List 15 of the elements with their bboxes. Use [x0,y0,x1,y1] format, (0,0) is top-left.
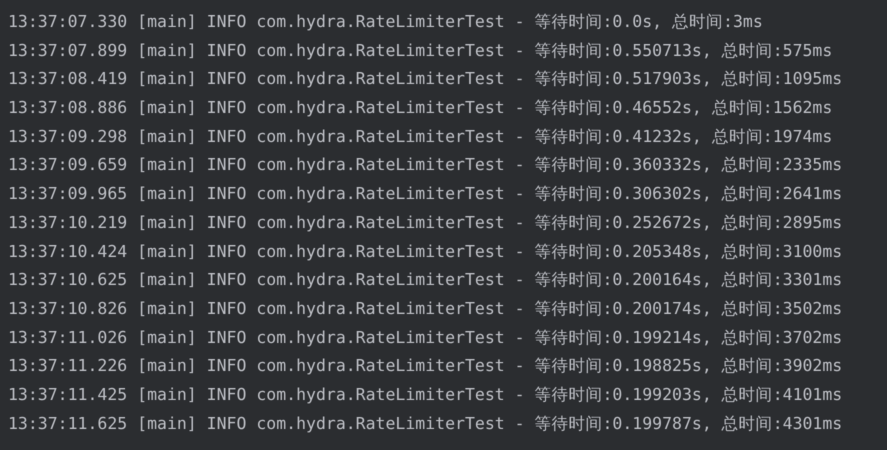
log-line: 13:37:08.886 [main] INFO com.hydra.RateLimiterTest - 等待时间:0.46552s, 总时间:1562ms [8,97,832,120]
log-line: 13:37:10.424 [main] INFO com.hydra.RateLimiterTest - 等待时间:0.205348s, 总时间:3100ms [8,240,842,262]
log-line: 13:37:10.826 [main] INFO com.hydra.RateLimiterTest - 等待时间:0.200174s, 总时间:3502ms [8,298,842,320]
log-line: 13:37:09.965 [main] INFO com.hydra.RateLimiterTest - 等待时间:0.306302s, 总时间:2641ms [8,183,842,206]
log-line: 13:37:10.219 [main] INFO com.hydra.RateLimiterTest - 等待时间:0.252672s, 总时间:2895ms [8,212,842,234]
log-line: 13:37:09.298 [main] INFO com.hydra.RateLimiterTest - 等待时间:0.41232s, 总时间:1974ms [8,126,832,148]
log-line: 13:37:07.899 [main] INFO com.hydra.RateLimiterTest - 等待时间:0.550713s, 总时间:575ms [8,40,832,62]
log-line: 13:37:11.425 [main] INFO com.hydra.RateLimiterTest - 等待时间:0.199203s, 总时间:4101ms [8,384,842,406]
log-line: 13:37:08.419 [main] INFO com.hydra.RateLimiterTest - 等待时间:0.517903s, 总时间:1095ms [8,68,842,90]
log-line: 13:37:11.226 [main] INFO com.hydra.RateLimiterTest - 等待时间:0.198825s, 总时间:3902ms [8,355,842,378]
log-line: 13:37:07.330 [main] INFO com.hydra.RateLimiterTest - 等待时间:0.0s, 总时间:3ms [8,11,763,33]
log-line: 13:37:09.659 [main] INFO com.hydra.RateLimiterTest - 等待时间:0.360332s, 总时间:2335ms [8,154,842,176]
log-line: 13:37:11.026 [main] INFO com.hydra.RateLimiterTest - 等待时间:0.199214s, 总时间:3702ms [8,326,842,349]
log-line: 13:37:11.625 [main] INFO com.hydra.RateLimiterTest - 等待时间:0.199787s, 总时间:4301ms [8,412,842,435]
log-line: 13:37:10.625 [main] INFO com.hydra.RateLimiterTest - 等待时间:0.200164s, 总时间:3301ms [8,269,842,292]
